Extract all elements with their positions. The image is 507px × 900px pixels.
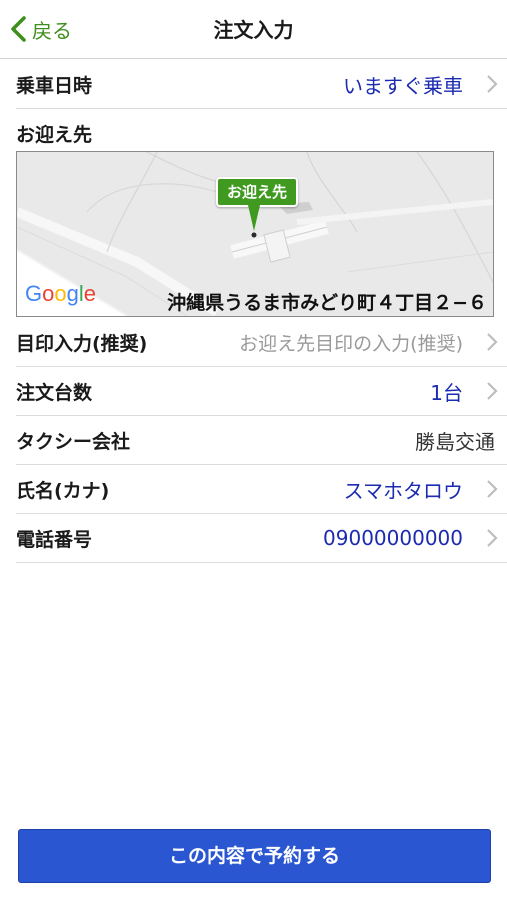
submit-reservation-button[interactable]: この内容で予約する (18, 829, 491, 883)
landmark-placeholder: お迎え先目印の入力(推奨) (239, 332, 463, 355)
chevron-right-icon (487, 382, 498, 400)
nav-bar: 戻る 注文入力 (0, 0, 507, 59)
ride-time-value: いますぐ乗車 (343, 73, 463, 98)
ride-time-row[interactable]: 乗車日時 いますぐ乗車 (16, 60, 507, 109)
company-label: タクシー会社 (16, 430, 131, 453)
pickup-label: お迎え先 (16, 124, 93, 146)
company-row: タクシー会社 勝島交通 (16, 416, 507, 465)
count-label: 注文台数 (16, 381, 93, 404)
count-row[interactable]: 注文台数 1台 (16, 367, 507, 416)
chevron-right-icon (487, 529, 498, 547)
chevron-right-icon (487, 75, 498, 93)
phone-label: 電話番号 (16, 528, 93, 551)
name-value: スマホタロウ (343, 478, 463, 503)
page-title: 注文入力 (213, 18, 294, 42)
name-label: 氏名(カナ) (16, 479, 110, 502)
ride-time-label: 乗車日時 (16, 74, 93, 97)
landmark-label: 目印入力(推奨) (16, 332, 148, 355)
phone-row[interactable]: 電話番号 09000000000 (16, 514, 507, 563)
pickup-address: 沖縄県うるま市みどり町４丁目２−６ (167, 292, 487, 314)
count-value: 1台 (430, 380, 463, 405)
pickup-map[interactable]: お迎え先 Google 沖縄県うるま市みどり町４丁目２−６ (16, 151, 494, 317)
phone-value: 09000000000 (323, 526, 463, 550)
chevron-right-icon (487, 480, 498, 498)
chevron-right-icon (487, 333, 498, 351)
map-pin-icon (248, 205, 260, 238)
landmark-row[interactable]: 目印入力(推奨) お迎え先目印の入力(推奨) (16, 318, 507, 367)
company-value: 勝島交通 (415, 429, 495, 454)
name-row[interactable]: 氏名(カナ) スマホタロウ (16, 465, 507, 514)
pickup-pin-label: お迎え先 (216, 177, 298, 207)
google-logo: Google (25, 281, 97, 306)
